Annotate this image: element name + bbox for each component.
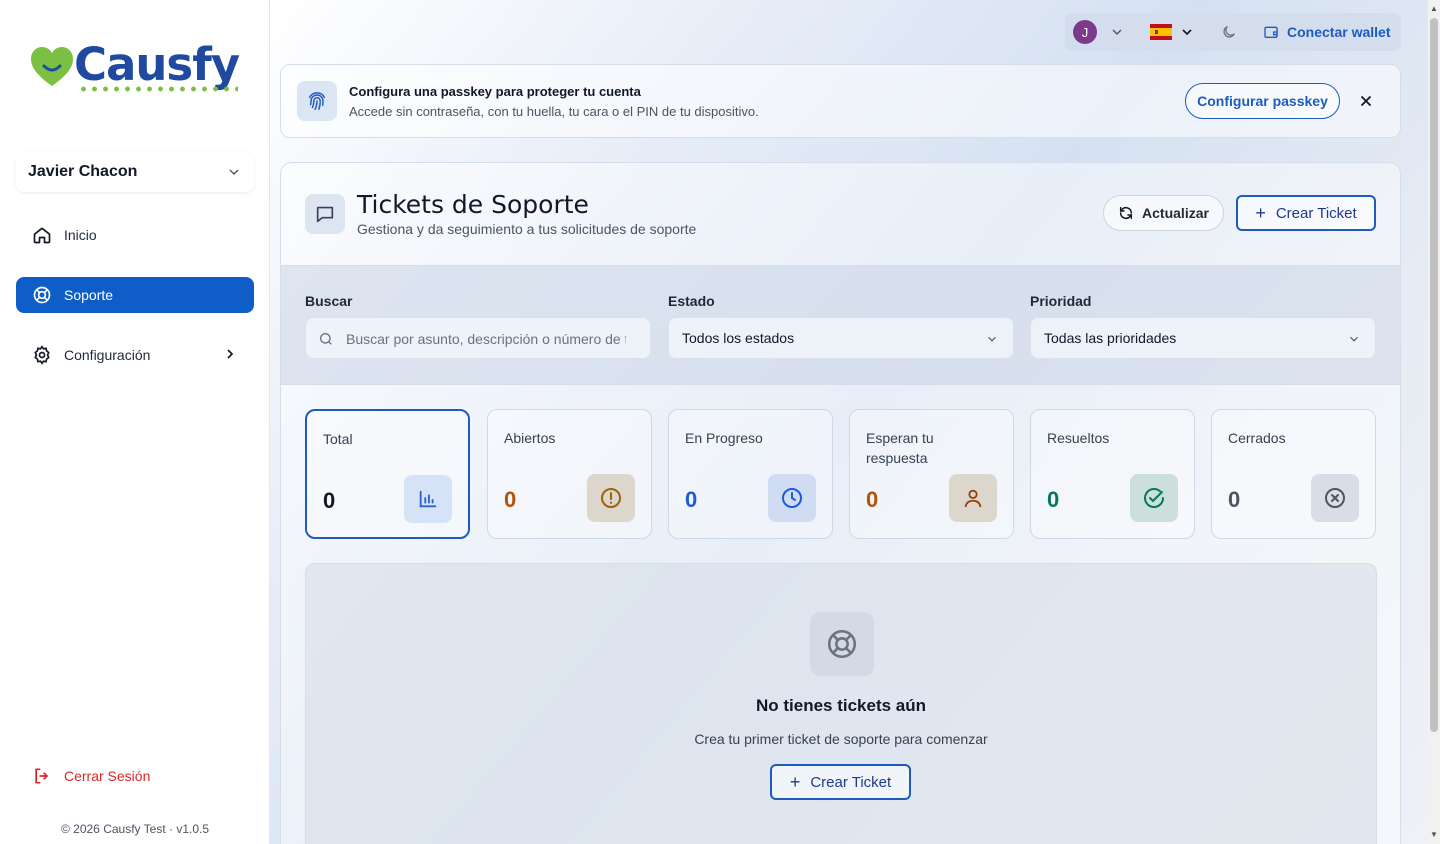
refresh-label: Actualizar [1142, 205, 1209, 221]
user-select[interactable]: Javier Chacon [16, 152, 254, 192]
stat-label: Total [323, 431, 353, 447]
fingerprint-icon [297, 81, 337, 121]
spain-flag-icon[interactable] [1150, 24, 1172, 40]
avatar[interactable]: J [1073, 20, 1097, 44]
banner-description: Accede sin contraseña, con tu huella, tu… [349, 104, 759, 119]
refresh-button[interactable]: Actualizar [1103, 195, 1224, 231]
stat-label: Esperan tu respuesta [866, 430, 934, 466]
logout-icon [32, 766, 52, 786]
wallet-icon [1263, 24, 1279, 40]
status-value: Todos los estados [682, 330, 795, 346]
user-icon [949, 474, 997, 522]
configure-passkey-button[interactable]: Configurar passkey [1185, 83, 1340, 119]
alert-circle-icon [587, 474, 635, 522]
top-toolbar: J Conectar wallet [1065, 13, 1401, 51]
passkey-banner: Configura una passkey para proteger tu c… [280, 64, 1401, 138]
scroll-down-icon[interactable]: ▼ [1430, 830, 1438, 839]
footer-version: © 2026 Causfy Test · v1.0.5 [60, 822, 210, 836]
stat-card-total[interactable]: Total 0 [305, 409, 470, 539]
status-select[interactable]: Todos los estados [668, 317, 1014, 359]
lifebuoy-icon [32, 285, 52, 305]
search-icon [320, 333, 332, 345]
empty-create-ticket-label: Crear Ticket [810, 773, 892, 791]
gear-icon [32, 345, 52, 365]
lifebuoy-icon [810, 612, 874, 676]
chevron-down-icon [229, 169, 239, 175]
create-ticket-label: Crear Ticket [1275, 204, 1357, 222]
stat-value: 0 [685, 487, 698, 512]
chevron-down-icon[interactable] [1109, 24, 1125, 40]
scroll-thumb[interactable] [1430, 18, 1438, 732]
page-subtitle: Gestiona y da seguimiento a tus solicitu… [357, 221, 697, 237]
scroll-up-icon[interactable]: ▲ [1430, 4, 1438, 13]
stat-value: 0 [866, 487, 879, 512]
sidebar-item-label: Soporte [64, 287, 114, 303]
heart-logo-icon [31, 47, 73, 86]
causfy-logo[interactable]: Causfy [30, 38, 245, 98]
priority-select[interactable]: Todas las prioridades [1030, 317, 1376, 359]
stat-label: Resueltos [1047, 430, 1110, 446]
sidebar-item-label: Configuración [64, 347, 151, 363]
panel-header: Tickets de Soporte Gestiona y da seguimi… [281, 163, 1400, 265]
sidebar-item-configuracion[interactable]: Configuración [16, 337, 254, 373]
logo-dots [78, 86, 238, 92]
empty-create-ticket-button[interactable]: + Crear Ticket [770, 764, 911, 800]
stat-value: 0 [504, 487, 517, 512]
stat-label: En Progreso [685, 430, 763, 446]
stat-card-cerrados[interactable]: Cerrados 0 [1211, 409, 1376, 539]
stat-card-abiertos[interactable]: Abiertos 0 [487, 409, 652, 539]
home-icon [32, 225, 52, 245]
priority-value: Todas las prioridades [1044, 330, 1177, 346]
filters-bar: Buscar Buscar por asunto, descripción o … [281, 265, 1400, 385]
moon-icon[interactable] [1221, 24, 1237, 40]
connect-wallet-button[interactable]: Conectar wallet [1263, 13, 1390, 51]
stat-label: Cerrados [1228, 430, 1286, 446]
chevron-down-icon [988, 336, 996, 342]
empty-state: No tienes tickets aún Crea tu primer tic… [305, 563, 1377, 844]
wallet-label: Conectar wallet [1287, 24, 1391, 40]
search-placeholder: Buscar por asunto, descripción o número … [346, 331, 626, 347]
bar-chart-icon [404, 475, 452, 523]
empty-title: No tienes tickets aún [755, 696, 927, 715]
empty-subtitle: Crea tu primer ticket de soporte para co… [694, 731, 988, 747]
status-label: Estado [668, 293, 715, 309]
refresh-icon [1118, 205, 1134, 221]
chevron-right-icon [227, 349, 234, 359]
search-input[interactable]: Buscar por asunto, descripción o número … [305, 317, 651, 359]
chevron-down-icon [1350, 336, 1358, 342]
logout-label: Cerrar Sesión [64, 768, 151, 784]
search-label: Buscar [305, 293, 353, 309]
stat-card-esperan-respuesta[interactable]: Esperan tu respuesta 0 [849, 409, 1014, 539]
sidebar-item-label: Inicio [64, 227, 97, 243]
sidebar: Causfy Javier Chacon Inicio Soporte Conf… [0, 0, 270, 844]
x-circle-icon [1311, 474, 1359, 522]
user-name: Javier Chacon [28, 163, 138, 180]
page-title: Tickets de Soporte [357, 190, 589, 219]
scrollbar[interactable]: ▲ ▼ [1428, 0, 1440, 844]
stat-card-resueltos[interactable]: Resueltos 0 [1030, 409, 1195, 539]
clock-icon [768, 474, 816, 522]
plus-icon: + [789, 771, 801, 792]
banner-title: Configura una passkey para proteger tu c… [349, 84, 641, 99]
stat-value: 0 [1047, 487, 1060, 512]
logout-button[interactable]: Cerrar Sesión [32, 766, 150, 786]
stat-value: 0 [1228, 487, 1241, 512]
chevron-down-icon[interactable] [1179, 24, 1195, 40]
create-ticket-button[interactable]: + Crear Ticket [1236, 195, 1376, 231]
sidebar-item-soporte[interactable]: Soporte [16, 277, 254, 313]
close-icon[interactable] [1357, 92, 1375, 110]
stat-value: 0 [323, 488, 336, 513]
priority-label: Prioridad [1030, 293, 1092, 309]
sidebar-item-inicio[interactable]: Inicio [16, 217, 254, 253]
message-icon [305, 194, 345, 234]
check-circle-icon [1130, 474, 1178, 522]
stat-label: Abiertos [504, 430, 556, 446]
plus-icon: + [1255, 202, 1266, 223]
brand-name: Causfy [74, 38, 240, 91]
tickets-panel: Tickets de Soporte Gestiona y da seguimi… [280, 162, 1401, 844]
stat-card-en-progreso[interactable]: En Progreso 0 [668, 409, 833, 539]
